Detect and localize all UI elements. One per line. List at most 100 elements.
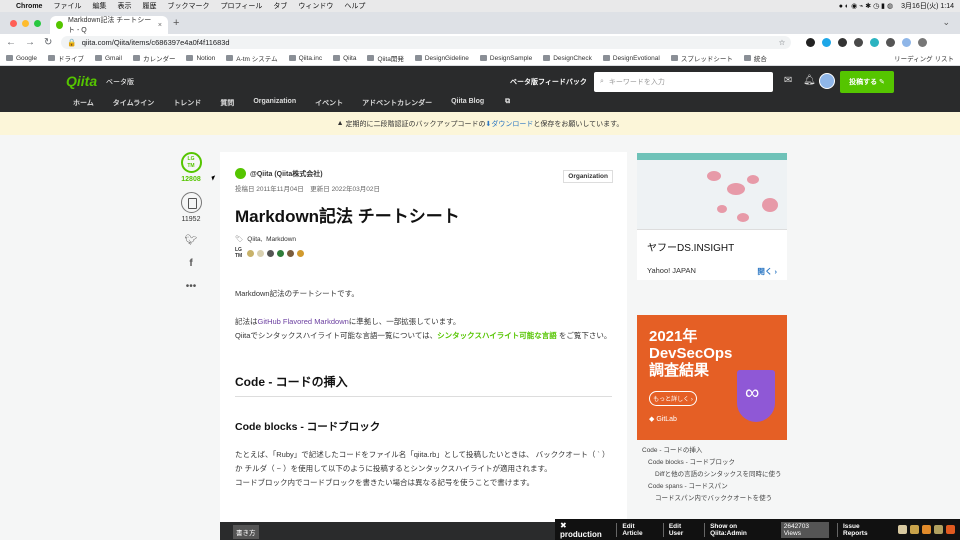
- menu-profile[interactable]: プロフィール: [220, 1, 262, 11]
- nav-advent-calendar[interactable]: アドベントカレンダー: [362, 98, 432, 108]
- nav-timeline[interactable]: タイムライン: [113, 98, 155, 108]
- ad-yahoo[interactable]: ヤフーDS.INSIGHT Yahoo! JAPAN 開く ›: [637, 153, 787, 280]
- minimize-window-button[interactable]: [22, 20, 29, 27]
- ad-open-button[interactable]: 開く ›: [757, 266, 777, 277]
- lgtm-button[interactable]: LG TM: [180, 152, 202, 173]
- bookmark-folder[interactable]: DesignEvotional: [602, 55, 660, 62]
- toc-item[interactable]: Code - コードの挿入: [637, 446, 787, 455]
- bookmark-folder[interactable]: スプレッドシート: [670, 53, 733, 63]
- ad-title[interactable]: ヤフーDS.INSIGHT: [647, 239, 787, 254]
- qiita-logo[interactable]: Qiita: [66, 73, 97, 89]
- post-button[interactable]: 投稿する ✎: [840, 71, 894, 93]
- reload-icon[interactable]: ↻: [44, 37, 52, 48]
- close-tab-icon[interactable]: ×: [158, 22, 162, 29]
- extension-icon[interactable]: [838, 38, 848, 47]
- toc-item[interactable]: Diffと他の言語のシンタックスを同時に使う: [637, 470, 787, 479]
- nav-qiita-blog[interactable]: Qiita Blog ⧉: [451, 98, 510, 108]
- bookmark-folder[interactable]: DesignSample: [479, 55, 532, 62]
- nav-question[interactable]: 質問: [220, 98, 234, 108]
- user-avatar[interactable]: [287, 249, 295, 257]
- mail-icon[interactable]: ✉: [784, 75, 792, 86]
- menu-help[interactable]: ヘルプ: [344, 1, 365, 11]
- extension-icon[interactable]: [886, 38, 896, 47]
- download-link[interactable]: ⬇ダウンロード: [485, 119, 533, 129]
- user-avatar[interactable]: [819, 73, 835, 89]
- bookmark-folder[interactable]: DesignCheck: [543, 55, 592, 62]
- user-avatar[interactable]: [257, 249, 265, 257]
- author[interactable]: @Qiita (Qiita株式会社): [235, 168, 612, 179]
- menu-history[interactable]: 履歴: [142, 1, 156, 11]
- organization-badge[interactable]: Organization: [563, 170, 613, 183]
- bell-icon[interactable]: 🔔︎: [803, 75, 816, 86]
- nav-home[interactable]: ホーム: [73, 98, 94, 108]
- admin-tool-icon[interactable]: [934, 525, 943, 534]
- menu-kebab-icon[interactable]: [918, 38, 928, 47]
- bookmark-gmail[interactable]: Gmail: [94, 55, 122, 62]
- extension-icon[interactable]: [870, 38, 880, 47]
- env-label[interactable]: ✖ production: [560, 521, 608, 539]
- admin-tool-icon[interactable]: [946, 525, 955, 534]
- bookmark-star-icon[interactable]: ☆: [779, 38, 786, 47]
- user-avatar[interactable]: [297, 249, 305, 257]
- twitter-icon[interactable]: 🐦︎: [174, 235, 208, 246]
- admin-tool-icon[interactable]: [910, 525, 919, 534]
- profile-avatar[interactable]: [902, 38, 912, 47]
- ad-gitlab[interactable]: 2021年 DevSecOps 調査結果 もっと詳しく › ◆ GitLab: [637, 315, 787, 440]
- bookmark-folder[interactable]: 統合: [743, 53, 767, 63]
- bookmark-notion[interactable]: Notion: [186, 55, 215, 62]
- back-icon[interactable]: ←: [6, 37, 16, 48]
- toc-item[interactable]: Code blocks - コードブロック: [637, 458, 787, 467]
- zoom-window-button[interactable]: [34, 20, 41, 27]
- toc-item[interactable]: Code spans - コードスパン: [637, 482, 787, 491]
- menu-file[interactable]: ファイル: [53, 1, 81, 11]
- issue-reports-link[interactable]: Issue Reports: [837, 522, 884, 537]
- bookmark-folder[interactable]: Qiita: [333, 55, 356, 62]
- stock-button[interactable]: [180, 192, 202, 213]
- bookmark-folder[interactable]: Qiita.inc: [288, 55, 322, 62]
- syntax-highlight-link[interactable]: シンタックスハイライト可能な言語: [437, 331, 557, 340]
- close-window-button[interactable]: [10, 20, 17, 27]
- gfm-link[interactable]: GitHub Flavored Markdown: [258, 317, 349, 326]
- write-label[interactable]: 書き方: [233, 525, 259, 539]
- extension-icon[interactable]: [822, 38, 832, 47]
- author-avatar[interactable]: [235, 168, 246, 179]
- extension-icon[interactable]: [806, 38, 816, 47]
- user-avatar[interactable]: [247, 249, 255, 257]
- user-avatar[interactable]: [267, 249, 275, 257]
- menu-edit[interactable]: 編集: [92, 1, 106, 11]
- menu-bookmarks[interactable]: ブックマーク: [167, 1, 209, 11]
- bookmark-drive[interactable]: ドライブ: [47, 53, 84, 63]
- nav-event[interactable]: イベント: [315, 98, 343, 108]
- tab-search-icon[interactable]: ⌄: [942, 17, 950, 28]
- menu-tab[interactable]: タブ: [273, 1, 287, 11]
- facebook-icon[interactable]: f: [174, 258, 208, 269]
- browser-tab[interactable]: Markdown記法 チートシート - Q ×: [50, 16, 168, 34]
- bookmark-calendar[interactable]: カレンダー: [132, 53, 175, 63]
- nav-trend[interactable]: トレンド: [173, 98, 201, 108]
- bookmark-google[interactable]: Google: [6, 55, 37, 62]
- admin-tool-icon[interactable]: [898, 525, 907, 534]
- clock[interactable]: 3月16日(火) 1:14: [901, 1, 954, 11]
- menu-view[interactable]: 表示: [117, 1, 131, 11]
- bookmark-folder[interactable]: DesignGideline: [414, 55, 469, 62]
- menu-window[interactable]: ウィンドウ: [298, 1, 333, 11]
- nav-organization[interactable]: Organization: [253, 98, 296, 108]
- admin-tool-icon[interactable]: [922, 525, 931, 534]
- extension-icon[interactable]: [854, 38, 864, 47]
- forward-icon[interactable]: →: [25, 37, 35, 48]
- user-avatar[interactable]: [277, 249, 285, 257]
- edit-user-link[interactable]: Edit User: [662, 522, 696, 537]
- edit-article-link[interactable]: Edit Article: [616, 522, 654, 537]
- address-bar[interactable]: 🔒 qiita.com/Qiita/items/c686397e4a0f4f11…: [61, 36, 792, 49]
- tag-qiita[interactable]: Qiita: [247, 236, 260, 243]
- bookmark-folder[interactable]: Qiita開発: [367, 53, 404, 63]
- bookmark-folder[interactable]: A-tm システム: [226, 53, 278, 63]
- ad-more-button[interactable]: もっと詳しく ›: [649, 391, 697, 406]
- search-input[interactable]: ⌕ キーワードを入力: [594, 72, 773, 92]
- beta-feedback-link[interactable]: ベータ版フィードバック: [510, 77, 587, 87]
- reading-list[interactable]: リーディング リスト: [894, 53, 954, 63]
- show-on-admin-link[interactable]: Show on Qiita:Admin: [704, 522, 773, 537]
- app-menu[interactable]: Chrome: [16, 3, 42, 10]
- toc-item[interactable]: コードスパン内でバッククオートを使う: [637, 494, 787, 503]
- status-icons[interactable]: ● ◐ ◉ ⌁ ✱ ◷ ▮ ◍: [839, 2, 893, 10]
